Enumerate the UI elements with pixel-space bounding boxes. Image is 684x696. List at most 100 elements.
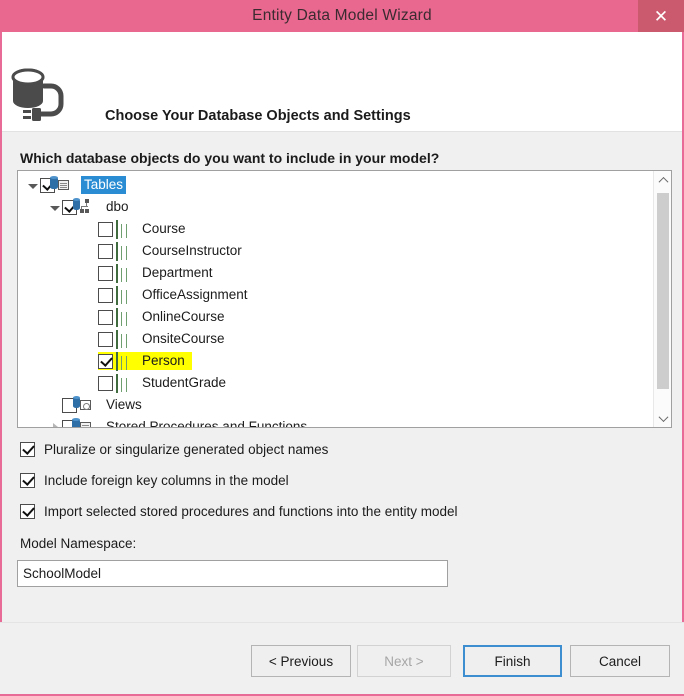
table-icon xyxy=(116,374,134,393)
option-import-procedures-label: Import selected stored procedures and fu… xyxy=(44,504,458,519)
tree-row[interactable]: OfficeAssignment xyxy=(18,284,653,306)
model-namespace-input[interactable]: SchoolModel xyxy=(17,560,448,587)
tree-node-label: Stored Procedures and Functions xyxy=(106,419,308,428)
table-icon xyxy=(116,264,134,283)
database-connection-icon xyxy=(10,68,74,130)
tree-node-checkbox[interactable] xyxy=(98,309,113,325)
expander-placeholder xyxy=(84,262,98,284)
tree-node-checkbox[interactable] xyxy=(98,287,113,303)
expander-collapse-icon[interactable] xyxy=(48,196,62,218)
wizard-body: Which database objects do you want to in… xyxy=(2,132,682,624)
tree-row[interactable]: Person xyxy=(18,350,653,372)
tree-row-content: Views xyxy=(62,396,145,414)
expander-placeholder xyxy=(84,328,98,350)
procedures-icon xyxy=(72,418,98,427)
close-button[interactable]: ✕ xyxy=(638,0,684,32)
tree-items-container: Tables dbo Course CourseInstructor Departmen… xyxy=(18,171,653,428)
scrollbar-thumb[interactable] xyxy=(657,193,669,389)
tables-icon xyxy=(50,176,76,193)
tree-node-checkbox[interactable] xyxy=(98,265,113,281)
tree-row[interactable]: OnsiteCourse xyxy=(18,328,653,350)
tree-row-content: CourseInstructor xyxy=(98,242,245,261)
expander-placeholder xyxy=(84,284,98,306)
tree-node-label: OnsiteCourse xyxy=(142,331,225,346)
tree-row[interactable]: Tables xyxy=(18,174,653,196)
tree-node-label: Person xyxy=(142,353,185,368)
tree-node-label: Views xyxy=(106,397,142,412)
option-foreign-keys-label: Include foreign key columns in the model xyxy=(44,473,289,488)
table-icon xyxy=(116,352,134,371)
views-icon xyxy=(73,396,98,413)
tree-node-label: Course xyxy=(142,221,186,236)
tree-row-content: Department xyxy=(98,264,216,283)
tree-node-checkbox[interactable] xyxy=(98,221,113,237)
table-icon xyxy=(116,220,134,239)
tree-row[interactable]: Stored Procedures and Functions xyxy=(18,416,653,428)
table-icon xyxy=(116,242,134,261)
option-foreign-keys[interactable]: Include foreign key columns in the model xyxy=(20,473,289,488)
tree-row-content: Person xyxy=(98,352,192,371)
tree-vertical-scrollbar[interactable] xyxy=(653,171,671,427)
tree-row[interactable]: Department xyxy=(18,262,653,284)
expander-expand-icon[interactable] xyxy=(48,416,62,427)
schema-icon xyxy=(73,198,98,215)
finish-button[interactable]: Finish xyxy=(463,645,562,677)
tree-node-label: OfficeAssignment xyxy=(142,287,248,302)
option-pluralize-label: Pluralize or singularize generated objec… xyxy=(44,442,329,457)
close-icon: ✕ xyxy=(653,6,669,26)
database-objects-tree[interactable]: Tables dbo Course CourseInstructor Departmen… xyxy=(17,170,672,428)
tree-row[interactable]: Views xyxy=(18,394,653,416)
option-import-procedures-checkbox[interactable] xyxy=(20,504,35,519)
tree-node-label: Department xyxy=(142,265,213,280)
expander-placeholder xyxy=(84,240,98,262)
tree-node-checkbox[interactable] xyxy=(98,375,113,391)
tree-row[interactable]: CourseInstructor xyxy=(18,240,653,262)
table-icon xyxy=(116,330,134,349)
expander-placeholder xyxy=(84,218,98,240)
tree-row-content: StudentGrade xyxy=(98,374,229,393)
option-pluralize[interactable]: Pluralize or singularize generated objec… xyxy=(20,442,328,457)
tree-row-content: Stored Procedures and Functions xyxy=(62,418,310,428)
tree-row[interactable]: dbo xyxy=(18,196,653,218)
tree-row[interactable]: Course xyxy=(18,218,653,240)
page-title: Choose Your Database Objects and Setting… xyxy=(105,108,411,124)
expander-collapse-icon[interactable] xyxy=(26,174,40,196)
tree-node-label: dbo xyxy=(106,199,129,214)
option-foreign-keys-checkbox[interactable] xyxy=(20,473,35,488)
model-namespace-label: Model Namespace: xyxy=(20,536,137,551)
tree-node-label: CourseInstructor xyxy=(142,243,242,258)
tree-row-content: OnlineCourse xyxy=(98,308,228,327)
expander-placeholder xyxy=(84,306,98,328)
tree-node-checkbox[interactable] xyxy=(98,353,113,369)
expander-placeholder xyxy=(84,372,98,394)
window-title: Entity Data Model Wizard xyxy=(252,7,432,24)
expander-placeholder xyxy=(48,394,62,416)
wizard-header: Choose Your Database Objects and Setting… xyxy=(2,32,682,132)
option-import-procedures[interactable]: Import selected stored procedures and fu… xyxy=(20,504,457,519)
tree-node-checkbox[interactable] xyxy=(98,331,113,347)
table-icon xyxy=(116,286,134,305)
tree-row[interactable]: OnlineCourse xyxy=(18,306,653,328)
tree-row-content: Tables xyxy=(40,176,127,194)
next-button: Next > xyxy=(357,645,451,677)
scroll-down-icon[interactable] xyxy=(654,409,671,427)
question-label: Which database objects do you want to in… xyxy=(20,150,440,166)
scroll-up-icon[interactable] xyxy=(654,171,671,189)
table-icon xyxy=(116,308,134,327)
tree-node-label: Tables xyxy=(81,176,127,194)
title-bar: Entity Data Model Wizard ✕ xyxy=(0,0,684,32)
cancel-button[interactable]: Cancel xyxy=(570,645,670,677)
tree-node-label: OnlineCourse xyxy=(142,309,225,324)
previous-button[interactable]: < Previous xyxy=(251,645,351,677)
tree-node-checkbox[interactable] xyxy=(98,243,113,259)
tree-row[interactable]: StudentGrade xyxy=(18,372,653,394)
tree-node-label: StudentGrade xyxy=(142,375,227,390)
option-pluralize-checkbox[interactable] xyxy=(20,442,35,457)
tree-row-content: Course xyxy=(98,220,189,239)
wizard-footer: < Previous Next > Finish Cancel xyxy=(0,622,684,694)
tree-row-content: OfficeAssignment xyxy=(98,286,251,305)
entity-data-model-wizard-dialog: Entity Data Model Wizard ✕ Choose Your D… xyxy=(0,0,684,696)
expander-placeholder xyxy=(84,350,98,372)
tree-row-content: OnsiteCourse xyxy=(98,330,228,349)
tree-row-content: dbo xyxy=(62,198,132,216)
